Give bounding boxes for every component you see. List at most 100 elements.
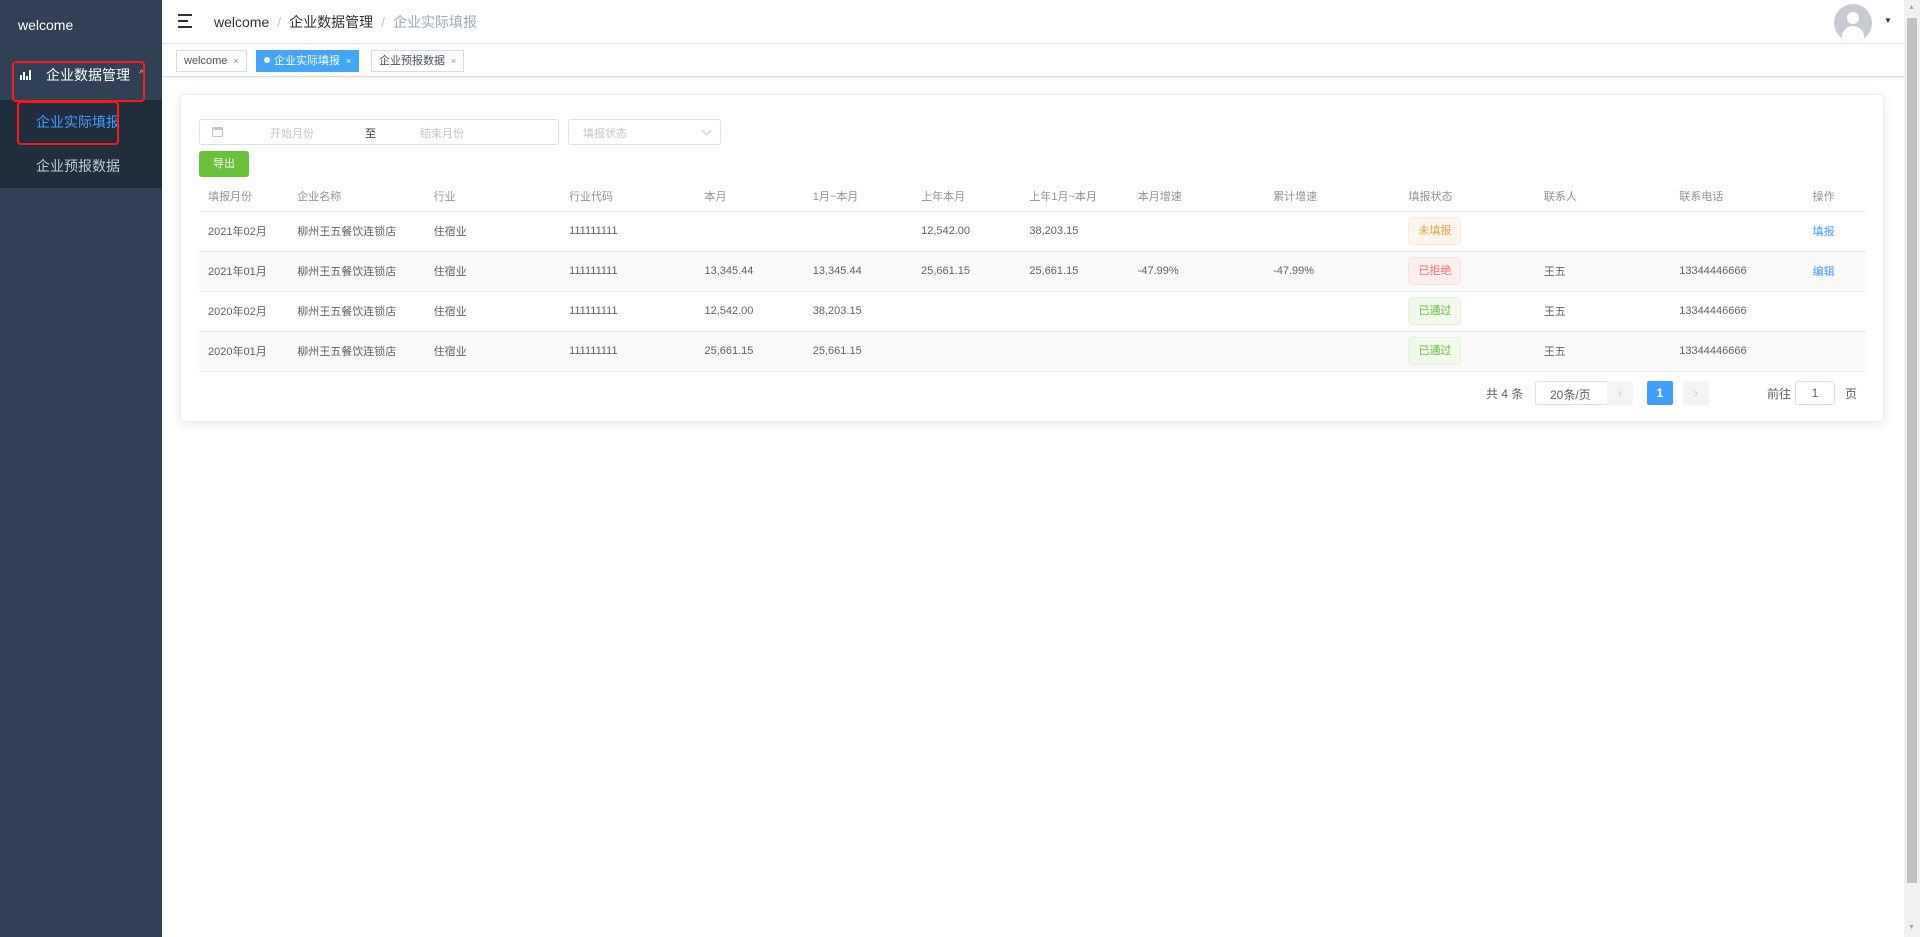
cell-actions: 填报 [1803,211,1867,252]
sidebar-item-actual-report[interactable]: 企业实际填报 [0,100,162,144]
page-suffix-label: 页 [1845,387,1858,401]
close-icon[interactable]: × [451,56,456,66]
cell-actions [1803,291,1867,332]
scroll-down-icon[interactable]: ▼ [1908,924,1915,931]
cell-last-year-month [912,331,1021,372]
cell-industry-code: 111111111 [560,291,696,332]
table-row: 2020年01月 柳州王五餐饮连锁店 住宿业 111111111 25,661.15 25… [199,331,1867,372]
breadcrumb-separator: / [381,14,386,30]
sidebar-item-label: 企业实际填报 [36,114,120,130]
page-size-value: 20条/页 [1550,388,1591,402]
cell-industry: 住宿业 [424,251,561,292]
table-header-row: 填报月份 企业名称 行业 行业代码 本月 1月~本月 上年本月 上年1月~本月 … [199,181,1867,212]
col-last-year-month: 上年本月 [912,181,1021,212]
sidebar-item-forecast-data[interactable]: 企业预报数据 [0,144,162,188]
chevron-down-icon [701,125,712,136]
cell-month-growth [1128,331,1265,372]
cell-this-month: 13,345.44 [695,251,804,292]
caret-down-icon[interactable]: ▼ [1884,16,1892,25]
table-row: 2020年02月 柳州王五餐饮连锁店 住宿业 111111111 12,542.00 38… [199,291,1867,332]
breadcrumb-item-welcome[interactable]: welcome [214,14,269,30]
cell-company-name: 柳州王五餐饮连锁店 [288,251,425,292]
col-cumulative-growth: 累计增速 [1264,181,1400,212]
cell-contact [1534,211,1671,252]
active-dot-icon [264,57,270,64]
month-range-picker[interactable]: 开始月份 至 结束月份 [199,119,559,145]
goto-page-input[interactable]: 1 [1795,381,1835,405]
status-badge: 已拒绝 [1408,257,1462,285]
hamburger-menu-icon[interactable] [178,14,194,28]
cell-phone: 13344446666 [1670,251,1804,292]
breadcrumb-item-enterprise-data[interactable]: 企业数据管理 [289,14,373,30]
prev-page-button[interactable]: ‹ [1607,381,1633,405]
end-month-input[interactable]: 结束月份 [420,125,464,141]
cell-cumulative-growth [1264,291,1400,332]
start-month-input[interactable]: 开始月份 [270,125,314,141]
cell-cumulative-growth: -47.99% [1264,251,1400,292]
status-badge: 已通过 [1408,337,1462,365]
cell-phone: 13344446666 [1670,331,1804,372]
status-select-placeholder: 填报状态 [583,128,627,140]
cell-this-month: 25,661.15 [695,331,804,372]
cell-jan-to-month [803,211,913,252]
cell-company-name: 柳州王五餐饮连锁店 [288,211,425,252]
breadcrumb-separator: / [277,14,282,30]
status-badge: 已通过 [1408,297,1462,325]
sidebar-submenu: 企业实际填报 企业预报数据 [0,100,162,188]
export-button[interactable]: 导出 [199,151,249,177]
tag-forecast-data[interactable]: 企业预报数据 × [371,50,465,72]
edit-link[interactable]: 编辑 [1813,266,1835,278]
cell-industry-code: 111111111 [560,331,696,372]
goto-label: 前往 [1767,387,1792,401]
close-icon[interactable]: × [233,56,238,66]
tag-label: 企业预报数据 [379,55,445,67]
sidebar-logo[interactable]: welcome [0,0,162,50]
cell-report-status: 已通过 [1399,331,1535,372]
cell-this-month: 12,542.00 [695,291,804,332]
bar-chart-icon [20,70,32,80]
cell-last-year-jan-to-month: 25,661.15 [1020,251,1129,292]
cell-jan-to-month: 25,661.15 [803,331,913,372]
cell-this-month [695,211,804,252]
tag-label: 企业实际填报 [274,55,340,67]
cell-report-status: 已拒绝 [1399,251,1535,292]
scroll-up-icon[interactable]: ▲ [1908,4,1915,11]
col-this-month: 本月 [695,181,804,212]
breadcrumb-item-current: 企业实际填报 [393,14,478,30]
cell-phone [1670,211,1804,252]
range-separator: 至 [365,128,376,140]
sidebar-group-label: 企业数据管理 [46,67,130,83]
cell-month-growth: -47.99% [1128,251,1265,292]
user-avatar[interactable] [1834,4,1872,42]
tag-welcome[interactable]: welcome × [176,50,247,72]
cell-last-year-month: 12,542.00 [912,211,1021,252]
col-jan-to-month: 1月~本月 [803,181,913,212]
close-icon[interactable]: × [346,56,351,66]
cell-cumulative-growth [1264,211,1400,252]
cell-report-status: 未填报 [1399,211,1535,252]
breadcrumb: welcome / 企业数据管理 / 企业实际填报 [214,0,477,44]
cell-contact: 王五 [1534,251,1671,292]
cell-jan-to-month: 38,203.15 [803,291,913,332]
cell-cumulative-growth [1264,331,1400,372]
col-actions: 操作 [1803,181,1867,212]
scrollbar-thumb[interactable] [1907,18,1917,883]
status-select[interactable]: 填报状态 [568,119,721,145]
cell-month-growth [1128,211,1265,252]
cell-jan-to-month: 13,345.44 [803,251,913,292]
calendar-icon [212,127,223,137]
cell-last-year-jan-to-month [1020,291,1129,332]
col-report-month: 填报月份 [199,181,289,212]
tag-actual-report[interactable]: 企业实际填报 × [256,50,360,72]
next-page-button[interactable]: › [1683,381,1709,405]
sidebar-group-enterprise-data[interactable]: 企业数据管理 ^ [0,50,162,100]
vertical-scrollbar[interactable]: ▲ ▼ [1904,0,1920,937]
cell-phone: 13344446666 [1670,291,1804,332]
cell-report-status: 已通过 [1399,291,1535,332]
cell-contact: 王五 [1534,291,1671,332]
fill-report-link[interactable]: 填报 [1813,226,1835,238]
page-number-current[interactable]: 1 [1647,381,1673,405]
cell-last-year-jan-to-month [1020,331,1129,372]
report-table: 填报月份 企业名称 行业 行业代码 本月 1月~本月 上年本月 上年1月~本月 … [199,181,1867,372]
cell-report-month: 2021年02月 [199,211,289,252]
